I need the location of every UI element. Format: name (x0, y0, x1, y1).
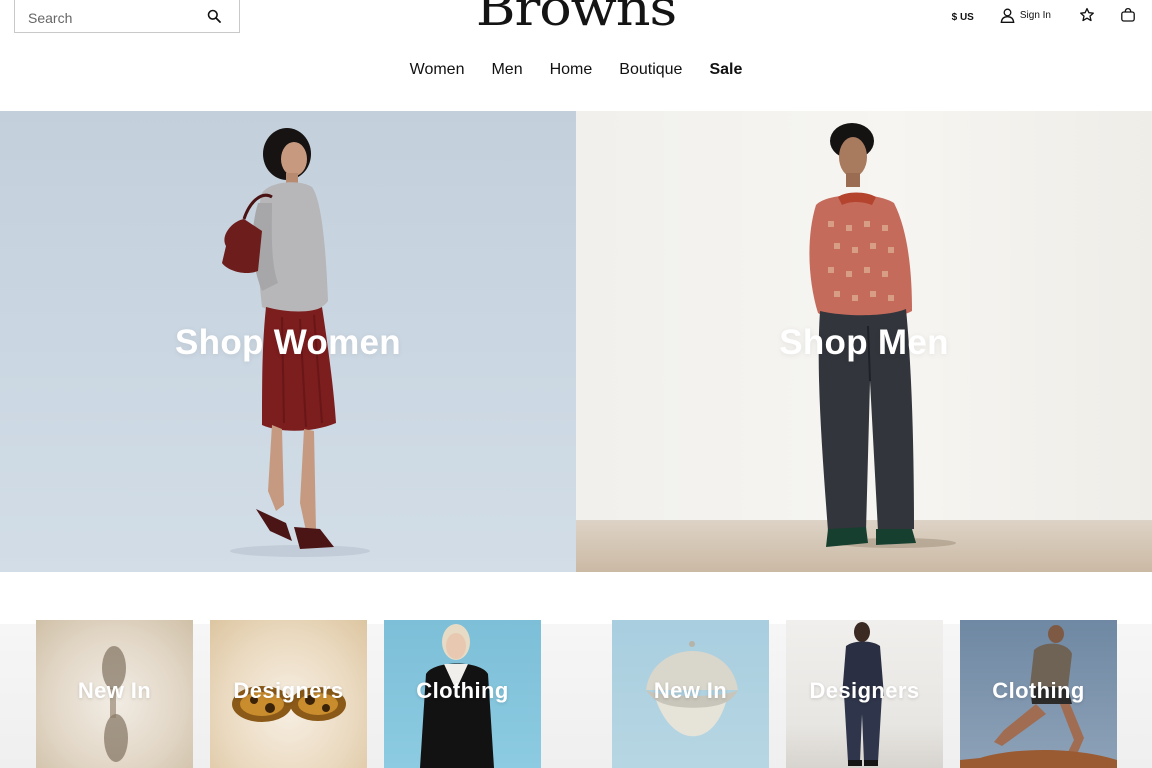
currency-selector[interactable]: $ US (952, 12, 974, 23)
tile-label: New In (653, 678, 728, 703)
tile-label: Designers (233, 678, 344, 703)
women-designers-tile[interactable]: Designers (210, 620, 367, 768)
logo-text: Browns (475, 0, 677, 34)
tile-label: Clothing (992, 678, 1085, 703)
nav-item-women[interactable]: Women (410, 60, 465, 80)
sign-in-label: Sign In (1019, 9, 1051, 21)
women-clothing-tile[interactable]: Clothing (384, 620, 541, 768)
tile-label: Clothing (416, 678, 509, 703)
nav-item-boutique[interactable]: Boutique (619, 60, 682, 80)
sign-in-link[interactable]: Sign In (1000, 8, 1051, 23)
nav-item-men[interactable]: Men (491, 60, 522, 80)
star-icon[interactable] (1077, 5, 1097, 25)
hero-men-banner[interactable]: Shop Men (576, 111, 1152, 572)
nav-item-sale[interactable]: Sale (709, 60, 742, 80)
search-icon[interactable] (203, 3, 225, 29)
header-utilities: $ US Sign In (952, 4, 1138, 26)
men-designers-tile[interactable]: Designers (786, 620, 943, 768)
user-icon (1000, 8, 1015, 23)
site-header: Browns $ US Sign In Women Men Home Bouti… (0, 0, 1152, 111)
nav-item-home[interactable]: Home (550, 60, 593, 80)
search-box (14, 0, 240, 33)
main-nav: Women Men Home Boutique Sale (0, 60, 1152, 80)
women-new-in-tile[interactable]: New In (36, 620, 193, 768)
category-row: New In Designers Clothing New In Designe… (0, 572, 1152, 768)
shop-men-link[interactable]: Shop Men (576, 323, 1152, 363)
hero-women-banner[interactable]: Shop Women (0, 111, 576, 572)
tile-label: Designers (809, 678, 920, 703)
tile-label: New In (77, 678, 152, 703)
shopping-bag-icon[interactable] (1118, 5, 1138, 25)
site-logo[interactable]: Browns (470, 0, 682, 34)
search-input[interactable] (28, 5, 198, 31)
men-new-in-tile[interactable]: New In (612, 620, 769, 768)
men-clothing-tile[interactable]: Clothing (960, 620, 1117, 768)
shop-women-link[interactable]: Shop Women (0, 323, 576, 363)
